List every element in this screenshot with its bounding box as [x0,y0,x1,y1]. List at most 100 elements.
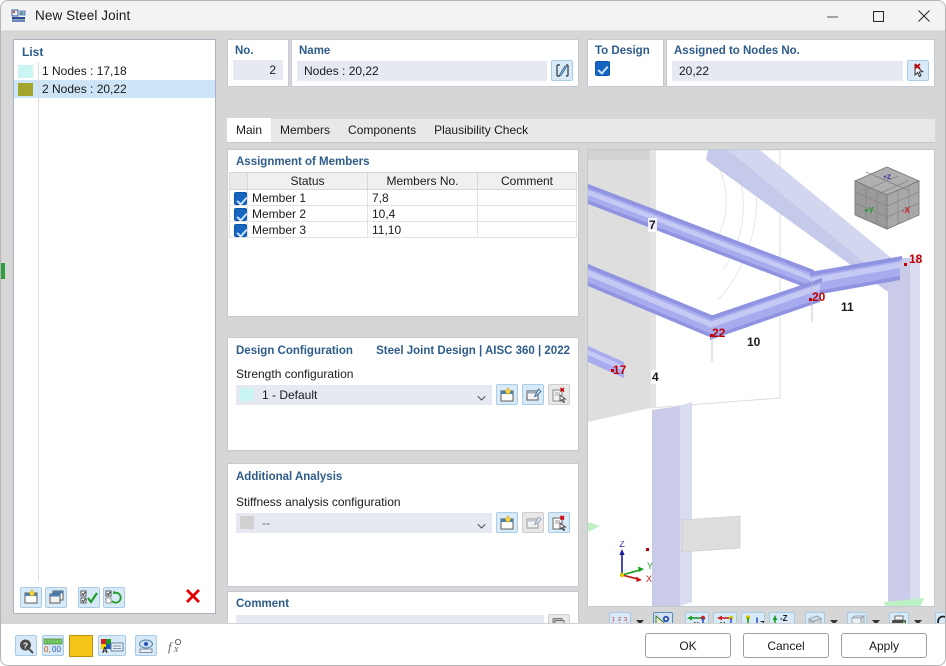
cell-status[interactable]: Member 1 [247,189,368,206]
cell-comment[interactable] [477,189,577,206]
ok-button[interactable]: OK [645,633,731,658]
no-input[interactable]: 2 [233,60,283,80]
no-label: No. [235,45,254,57]
row-checkbox[interactable] [234,191,247,205]
tab-members-label: Members [280,123,331,137]
strength-configuration-combo[interactable]: 1 - Default [236,384,492,405]
navigation-cube[interactable]: +Z +Y -X [849,163,925,242]
svg-text:Y: Y [647,561,653,571]
cell-members-no[interactable]: 7,8 [367,189,478,206]
name-input[interactable]: Nodes : 20,22 [297,60,547,81]
svg-text:0,: 0, [44,645,51,653]
col-members-no[interactable]: Members No. [367,172,478,190]
cell-comment[interactable] [477,221,577,238]
maximize-button[interactable] [855,1,901,31]
new-item-button[interactable] [20,586,42,608]
additional-analysis-title: Additional Analysis [236,471,343,483]
window-controls [809,1,945,31]
member-number-label: 4 [651,370,660,384]
color-button[interactable] [69,634,93,657]
no-field-card: No. 2 [227,39,289,87]
cell-comment[interactable] [477,205,577,222]
node-number-label: 22 [712,326,726,340]
invert-selection-button[interactable] [103,586,125,608]
tab-bar: Main Members Components Plausibility Che… [227,118,935,143]
list-item[interactable]: 1 Nodes : 17,18 [14,62,215,80]
delete-item-button[interactable] [185,588,201,607]
cell-status[interactable]: Member 3 [247,221,368,238]
table-row[interactable]: Member 3 11,10 [229,221,577,238]
cell-members-no[interactable]: 11,10 [367,221,478,238]
strength-config-color-swatch [240,388,254,401]
chevron-down-icon[interactable] [477,519,486,529]
formula-button[interactable]: f x [164,635,186,656]
edit-name-icon[interactable] [551,60,573,81]
svg-text:-X: -X [902,206,911,215]
assigned-nodes-input[interactable]: 20,22 [672,60,903,81]
name-label: Name [299,45,331,57]
minimize-button[interactable] [809,1,855,31]
table-row[interactable]: Member 1 7,8 [229,189,577,206]
assignment-of-members-group: Assignment of Members Status Members No.… [227,149,579,317]
cancel-button[interactable]: Cancel [743,633,829,658]
members-table: Status Members No. Comment Member 1 7,8 Me… [229,172,577,238]
additional-analysis-group: Additional Analysis Stiffness analysis c… [227,463,579,587]
new-configuration-button[interactable] [496,384,518,405]
member-number-label: 10 [746,335,762,349]
tab-plausibility-label: Plausibility Check [434,123,529,137]
cell-members-no[interactable]: 10,4 [367,205,478,222]
chevron-down-icon[interactable] [477,391,486,401]
table-row[interactable]: Member 2 10,4 [229,205,577,222]
edit-configuration-button[interactable] [522,384,544,405]
to-design-card: To Design [587,39,664,87]
list-item-label: 2 Nodes : 20,22 [42,82,127,96]
svg-text:+Z: +Z [883,174,891,181]
bottom-bar: ? 0, 00 A f x OK Cancel Apply [1,623,945,665]
design-config-title: Design Configuration [236,345,353,357]
visibility-button[interactable] [135,635,157,656]
tab-main[interactable]: Main [227,118,272,142]
edit-stiffness-config-button[interactable] [522,512,544,533]
copy-item-button[interactable] [45,586,67,608]
dialog-body: List 1 Nodes : 17,18 2 Nodes : 20,22 No.… [1,31,945,637]
units-button[interactable]: 0, 00 [42,635,64,656]
svg-text:-Z: -Z [780,614,788,623]
to-design-checkbox[interactable] [595,61,610,76]
row-checkbox-cell[interactable] [229,221,248,238]
pick-in-model-icon[interactable] [907,60,929,81]
node-number-label: 17 [613,363,627,377]
svg-text:+Y: +Y [864,206,875,215]
col-comment[interactable]: Comment [477,172,577,190]
tab-plausibility-check[interactable]: Plausibility Check [425,118,537,142]
assigned-nodes-label: Assigned to Nodes No. [674,45,800,57]
select-all-button[interactable] [78,586,100,608]
row-checkbox-cell[interactable] [229,205,248,222]
edge-marker [1,263,5,279]
display-properties-button[interactable]: A [98,635,126,656]
member-number-label: 11 [840,300,855,314]
apply-button[interactable]: Apply [841,633,927,658]
help-button[interactable]: ? [15,635,37,656]
close-button[interactable] [901,1,945,31]
delete-configuration-button[interactable] [548,384,570,405]
delete-stiffness-config-button[interactable] [548,512,570,533]
tab-components[interactable]: Components [339,118,425,142]
list-divider [38,62,39,581]
to-design-label: To Design [595,45,650,57]
tab-components-label: Components [348,123,417,137]
col-checkbox [229,172,248,190]
cell-status[interactable]: Member 2 [247,205,368,222]
model-viewport[interactable]: 7 11 10 4 20 18 22 17 +Z +Y -X Z Y X [587,149,935,607]
tab-members[interactable]: Members [271,118,339,142]
row-checkbox-cell[interactable] [229,189,248,206]
list-item-color-swatch [18,82,33,96]
new-stiffness-config-button[interactable] [496,512,518,533]
assigned-nodes-card: Assigned to Nodes No. 20,22 [666,39,935,87]
stiffness-configuration-combo[interactable]: -- [236,512,492,533]
col-status[interactable]: Status [247,172,368,190]
strength-configuration-value: 1 - Default [262,387,318,402]
new-steel-joint-dialog: New Steel Joint List 1 Nodes : 17,18 2 N… [0,0,946,666]
row-checkbox[interactable] [234,223,247,237]
list-item[interactable]: 2 Nodes : 20,22 [14,80,215,98]
row-checkbox[interactable] [234,207,247,221]
